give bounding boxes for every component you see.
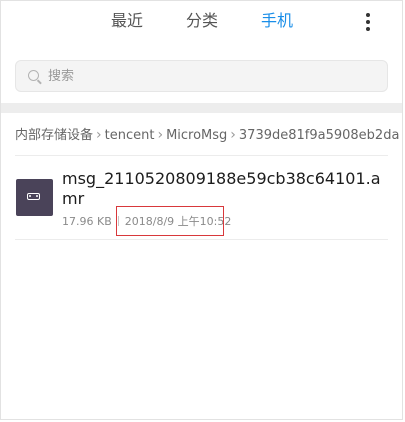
date-highlight-box — [116, 206, 224, 236]
search-icon — [28, 70, 39, 81]
breadcrumb-item-tencent[interactable]: tencent — [105, 128, 155, 143]
tab-phone[interactable]: 手机 — [261, 10, 293, 32]
divider-line — [15, 239, 388, 240]
chevron-right-icon: › — [96, 127, 102, 143]
file-name: msg_2110520809188e59cb38c64101.amr — [62, 169, 381, 208]
search-bar[interactable] — [15, 60, 388, 92]
audio-file-icon — [16, 179, 53, 216]
divider-line — [15, 155, 388, 156]
search-input[interactable] — [48, 65, 378, 87]
breadcrumb-item-micromsg[interactable]: MicroMsg — [166, 128, 227, 143]
tab-category[interactable]: 分类 — [186, 10, 218, 32]
more-options-icon[interactable] — [361, 12, 375, 32]
file-manager-window: 最近 分类 手机 内部存储设备›tencent›MicroMsg›3739de8… — [0, 0, 403, 420]
breadcrumb: 内部存储设备 › tencent › MicroMsg › 3739de81f9a5908e… — [15, 125, 402, 145]
tab-recent[interactable]: 最近 — [111, 10, 143, 32]
top-tab-bar: 最近 分类 手机 — [1, 1, 402, 45]
chevron-right-icon: › — [230, 127, 236, 143]
chevron-right-icon: › — [157, 127, 164, 143]
breadcrumb-item-user-folder[interactable]: 3739de81f9a5908eb2da — [239, 128, 400, 143]
file-size: 17.96 KB — [62, 215, 112, 228]
section-divider — [1, 103, 402, 113]
breadcrumb-item-internal-storage[interactable]: 内部存储设备 — [15, 128, 93, 143]
